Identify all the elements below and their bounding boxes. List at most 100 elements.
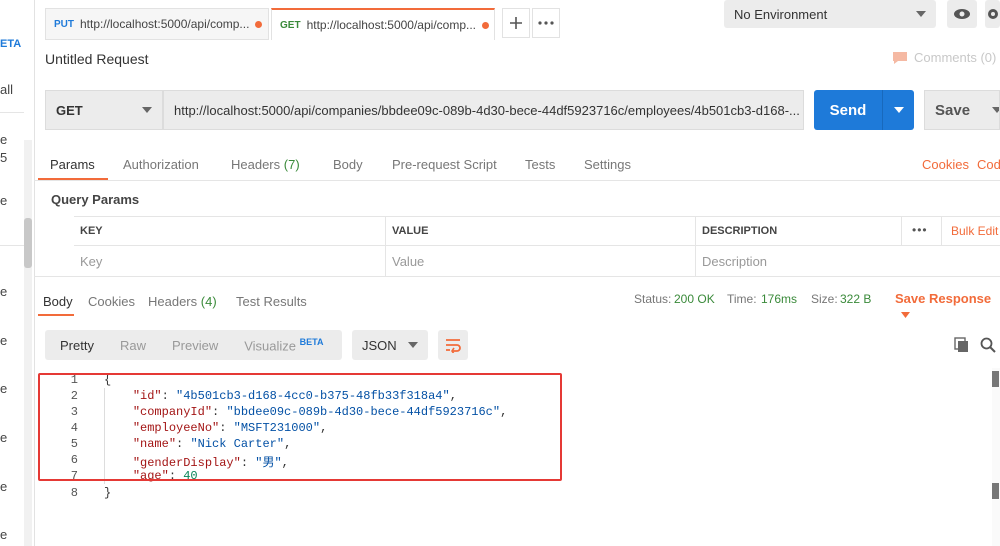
response-tab-headers[interactable]: Headers (4) bbox=[148, 294, 217, 309]
code-line: } bbox=[104, 486, 112, 500]
format-visualize-label: Visualize bbox=[244, 338, 297, 354]
time-value: 176ms bbox=[761, 292, 798, 306]
search-icon bbox=[980, 337, 996, 353]
size-value: 322 B bbox=[840, 292, 872, 306]
sidebar-scrollbar[interactable] bbox=[24, 140, 32, 546]
save-response-button[interactable]: Save Response bbox=[895, 291, 1000, 321]
divider bbox=[34, 180, 1000, 181]
param-description-input[interactable]: Description bbox=[696, 246, 1000, 276]
param-value-input[interactable]: Value bbox=[386, 246, 696, 276]
new-tab-button[interactable] bbox=[502, 8, 530, 38]
eye-icon bbox=[954, 9, 970, 19]
status-label: Status: bbox=[634, 292, 672, 306]
comments-label: Comments (0) bbox=[914, 50, 997, 65]
format-visualize[interactable]: Visualize BETA bbox=[231, 337, 336, 353]
url-value: http://localhost:5000/api/companies/bbde… bbox=[174, 102, 800, 118]
tab-params[interactable]: Params bbox=[50, 157, 95, 172]
sidebar-divider bbox=[0, 245, 24, 246]
sidebar-item-fragment[interactable]: e bbox=[0, 430, 7, 445]
wrap-icon bbox=[446, 339, 461, 353]
send-button[interactable]: Send bbox=[814, 90, 914, 130]
search-button[interactable] bbox=[980, 337, 996, 358]
tab-url: http://localhost:5000/api/comp... bbox=[80, 17, 250, 31]
environment-select[interactable]: No Environment bbox=[724, 0, 936, 28]
sidebar-divider bbox=[0, 112, 24, 113]
request-tab-put[interactable]: PUT http://localhost:5000/api/comp... bbox=[45, 8, 269, 40]
bulk-edit-link[interactable]: Bulk Edit bbox=[951, 224, 998, 238]
more-icon bbox=[538, 21, 554, 25]
url-input[interactable]: http://localhost:5000/api/companies/bbde… bbox=[163, 90, 804, 130]
size-label: Size: bbox=[811, 292, 838, 306]
response-headers-count: (4) bbox=[200, 294, 217, 309]
save-label: Save bbox=[935, 101, 971, 119]
format-pretty[interactable]: Pretty bbox=[45, 338, 107, 353]
comments-link[interactable]: Comments (0) bbox=[892, 50, 996, 65]
editor-scroll-marker bbox=[992, 483, 999, 499]
tab-options-button[interactable] bbox=[532, 8, 560, 38]
active-response-tab-indicator bbox=[38, 314, 74, 316]
column-description: DESCRIPTION bbox=[696, 217, 902, 245]
sidebar-scroll-thumb[interactable] bbox=[24, 218, 32, 268]
response-tab-body[interactable]: Body bbox=[43, 294, 73, 309]
environment-quick-look-button[interactable] bbox=[947, 0, 977, 28]
sidebar-item-fragment[interactable]: e bbox=[0, 527, 7, 542]
tab-headers[interactable]: Headers (7) bbox=[231, 157, 300, 172]
tab-authorization[interactable]: Authorization bbox=[123, 157, 199, 172]
send-options-button[interactable] bbox=[883, 107, 914, 113]
copy-button[interactable] bbox=[954, 337, 970, 358]
tab-headers-label: Headers bbox=[231, 157, 281, 172]
wrap-lines-button[interactable] bbox=[438, 330, 468, 360]
gear-icon bbox=[987, 9, 998, 19]
language-select[interactable]: JSON bbox=[352, 330, 428, 360]
response-headers-label: Headers bbox=[148, 294, 198, 309]
tab-prerequest-script[interactable]: Pre-request Script bbox=[392, 157, 497, 172]
sidebar-item-fragment[interactable]: e bbox=[0, 479, 7, 494]
request-tab-get[interactable]: GET http://localhost:5000/api/comp... bbox=[271, 8, 495, 40]
method-select[interactable]: GET bbox=[45, 90, 163, 130]
comment-icon bbox=[893, 51, 907, 64]
language-value: JSON bbox=[362, 337, 397, 353]
column-value: VALUE bbox=[386, 217, 696, 245]
headers-count: (7) bbox=[283, 157, 300, 172]
query-params-title: Query Params bbox=[51, 192, 140, 207]
tab-settings[interactable]: Settings bbox=[584, 157, 631, 172]
chevron-down-icon bbox=[408, 342, 418, 348]
method-value: GET bbox=[56, 102, 83, 118]
editor-scrollbar[interactable] bbox=[992, 368, 1000, 546]
sidebar-all-fragment[interactable]: all bbox=[0, 82, 13, 97]
editor-scroll-marker bbox=[992, 371, 999, 387]
format-preview[interactable]: Preview bbox=[159, 338, 231, 353]
tab-method: PUT bbox=[54, 18, 74, 30]
save-button[interactable]: Save bbox=[924, 90, 1000, 130]
tab-url: http://localhost:5000/api/comp... bbox=[306, 18, 476, 32]
format-toggle-group: Pretty Raw Preview Visualize BETA bbox=[45, 330, 342, 360]
sidebar-item-fragment[interactable]: e bbox=[0, 333, 7, 348]
response-tab-test-results[interactable]: Test Results bbox=[236, 294, 307, 309]
sidebar-item-fragment[interactable]: e bbox=[0, 381, 7, 396]
sidebar-item-fragment[interactable]: 5 bbox=[0, 150, 7, 165]
format-raw[interactable]: Raw bbox=[107, 338, 159, 353]
tab-tests[interactable]: Tests bbox=[525, 157, 555, 172]
sidebar-beta-fragment: ETA bbox=[0, 38, 22, 50]
line-number: 8 bbox=[70, 486, 78, 500]
request-title[interactable]: Untitled Request bbox=[45, 51, 149, 67]
copy-icon bbox=[954, 337, 968, 352]
column-key: KEY bbox=[74, 217, 386, 245]
save-response-label: Save Response bbox=[895, 291, 992, 306]
manage-environments-button[interactable] bbox=[985, 0, 1000, 28]
cookies-link[interactable]: Cookies bbox=[922, 157, 969, 172]
param-key-input[interactable]: Key bbox=[74, 246, 386, 276]
chevron-down-icon bbox=[916, 11, 926, 17]
sidebar-item-fragment[interactable]: e bbox=[0, 132, 7, 147]
unsaved-dot-icon bbox=[482, 21, 489, 29]
environment-value: No Environment bbox=[734, 6, 828, 22]
chevron-down-icon[interactable] bbox=[992, 107, 999, 113]
response-tab-cookies[interactable]: Cookies bbox=[88, 294, 135, 309]
plus-icon bbox=[510, 17, 522, 29]
tab-body[interactable]: Body bbox=[333, 157, 363, 172]
column-options-button[interactable]: ••• bbox=[912, 223, 928, 237]
send-label: Send bbox=[829, 101, 867, 119]
sidebar-item-fragment[interactable]: e bbox=[0, 284, 7, 299]
code-link[interactable]: Code bbox=[977, 157, 1000, 172]
sidebar-item-fragment[interactable]: e bbox=[0, 193, 7, 208]
